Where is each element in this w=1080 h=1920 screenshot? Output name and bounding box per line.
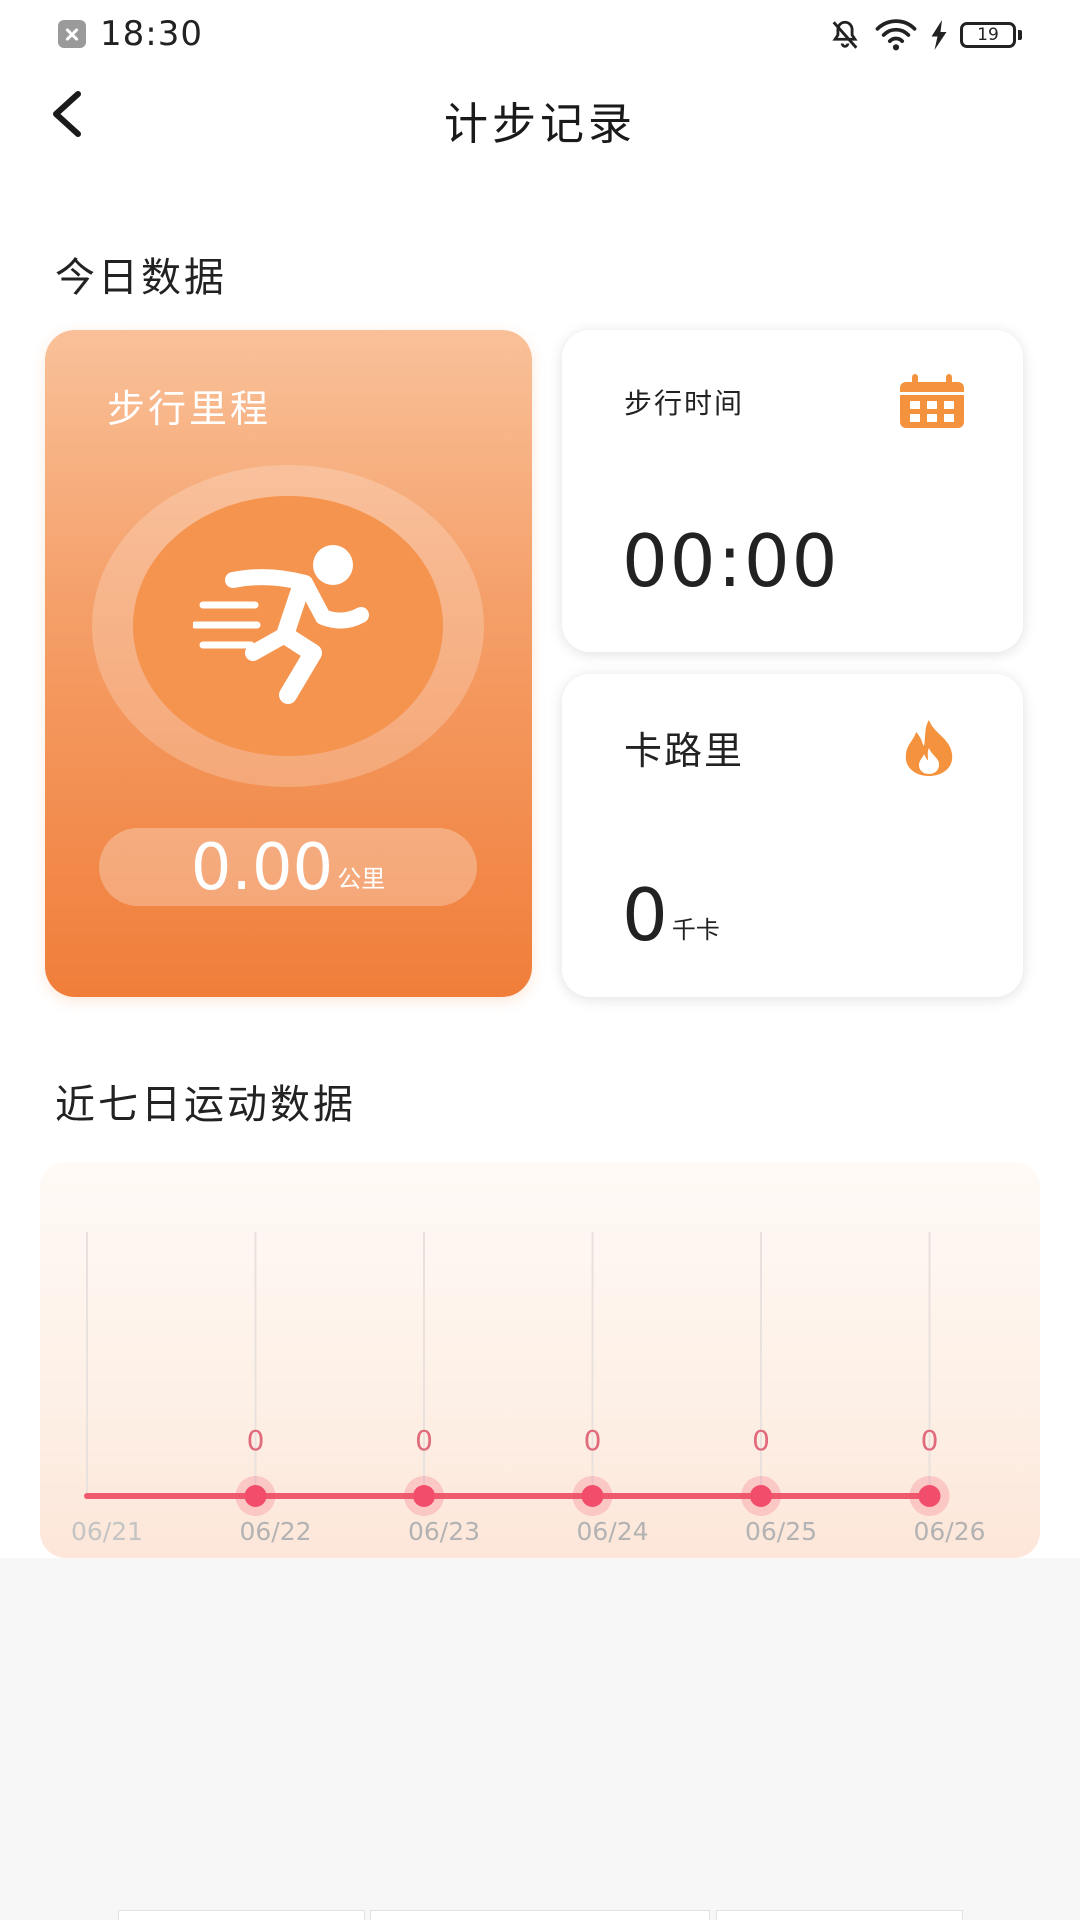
mileage-unit: 公里 (337, 865, 386, 893)
running-person-icon (193, 545, 369, 704)
header: 计步记录 (0, 72, 1080, 162)
chart-tick-label: 06/26 (913, 1517, 985, 1546)
chart-data-label: 0 (247, 1424, 265, 1457)
chart-point (918, 1485, 941, 1507)
bottom-stub (118, 1910, 365, 1920)
chart-tick-label: 06/22 (239, 1517, 311, 1546)
walk-time-value: 00:00 (622, 519, 840, 603)
chart-point (750, 1485, 772, 1507)
calendar-icon (900, 374, 964, 428)
status-bar: 18:30 19 (0, 0, 1080, 72)
chart-data-label: 0 (921, 1424, 939, 1457)
calories-value: 0 (622, 873, 668, 957)
bell-off-icon (832, 20, 858, 49)
chart-data-label: 0 (584, 1424, 602, 1457)
walk-time-card[interactable]: 步行时间 00:00 (562, 330, 1023, 652)
chart-point (244, 1485, 267, 1507)
section-title-week: 近七日运动数据 (55, 1082, 356, 1128)
bottom-stub (716, 1910, 963, 1920)
status-time: 18:30 (100, 14, 203, 54)
chart-tick-label: 06/21 (71, 1517, 143, 1546)
page-title: 计步记录 (444, 99, 636, 150)
calories-unit: 千卡 (671, 916, 720, 944)
calories-label: 卡路里 (624, 729, 745, 773)
chart-tick-label: 06/23 (408, 1517, 480, 1546)
mileage-label: 步行里程 (107, 387, 272, 431)
battery-icon: 19 (960, 22, 1022, 48)
notification-dismissed-icon (58, 20, 86, 48)
section-title-today: 今日数据 (55, 255, 227, 301)
chart-tick-label: 06/24 (576, 1517, 648, 1546)
chart-point (413, 1485, 435, 1507)
chart-data-label: 0 (752, 1424, 770, 1457)
weekly-chart-svg: 0 0 0 0 0 06/21 06/22 06/23 06/24 06/25 06/26 (71, 1232, 986, 1546)
mileage-card[interactable]: 步行里程 0.00 公里 (45, 330, 532, 997)
calories-card[interactable]: 卡路里 0 千卡 (562, 674, 1023, 997)
wifi-icon (875, 19, 917, 51)
charging-bolt-icon (931, 20, 947, 50)
mileage-value-pill: 0.00 公里 (99, 828, 477, 906)
battery-level: 19 (960, 22, 1016, 48)
flame-icon (905, 720, 953, 776)
weekly-chart: 0 0 0 0 0 06/21 06/22 06/23 06/24 06/25 06/26 (40, 1162, 1040, 1558)
calories-value-group: 0 千卡 (622, 879, 720, 951)
mileage-value: 0.00 (190, 831, 334, 905)
chart-data-label: 0 (415, 1424, 433, 1457)
walk-time-label: 步行时间 (624, 387, 745, 420)
bottom-stub (370, 1910, 710, 1920)
chart-tick-label: 06/25 (745, 1517, 817, 1546)
chart-point (581, 1485, 604, 1507)
bottom-area (0, 1558, 1080, 1920)
